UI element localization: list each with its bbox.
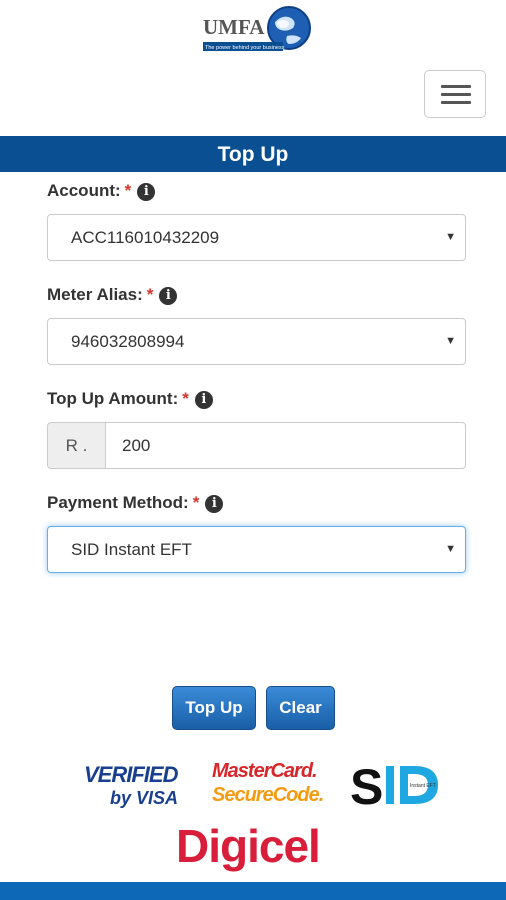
currency-addon: R . (47, 422, 106, 469)
by-visa-text: by VISA (110, 788, 179, 808)
topup-amount-input[interactable]: 200 (105, 422, 466, 469)
required-mark: * (192, 493, 200, 512)
required-mark: * (182, 389, 189, 408)
page-title: Top Up (0, 136, 506, 172)
topup-button[interactable]: Top Up (172, 686, 256, 730)
sid-small-text: Instant EFT (410, 783, 436, 789)
info-icon[interactable]: i (159, 287, 178, 305)
payment-method-label: Payment Method: * i (47, 493, 224, 513)
umfa-logo[interactable]: UMFA The power behind your business (201, 4, 313, 56)
account-label: Account: * i (47, 181, 156, 201)
mastercard-text: MasterCard. (212, 760, 318, 782)
footer-bar (0, 882, 506, 900)
clear-button[interactable]: Clear (266, 686, 335, 730)
required-mark: * (146, 285, 154, 304)
account-select[interactable]: ACC116010432209 ▼ (47, 214, 466, 261)
securecode-text: SecureCode. (212, 784, 324, 806)
verified-by-visa-logo: VERIFIED by VISA (84, 756, 188, 812)
info-icon[interactable]: i (137, 183, 156, 201)
dropdown-arrow-icon: ▼ (445, 335, 456, 347)
payment-method-value: SID Instant EFT (71, 540, 192, 559)
dropdown-arrow-icon: ▼ (445, 543, 456, 555)
topup-amount-group: R . 200 (47, 422, 466, 469)
logo-text: UMFA (203, 15, 265, 39)
account-value: ACC116010432209 (71, 228, 220, 247)
required-mark: * (124, 181, 132, 200)
hamburger-menu-icon (441, 85, 471, 88)
header: UMFA The power behind your business (0, 0, 506, 136)
meter-alias-value: 946032808994 (71, 332, 185, 351)
meter-alias-label: Meter Alias: * i (47, 285, 178, 305)
sid-text: S (350, 759, 383, 812)
hamburger-menu-button[interactable] (424, 70, 486, 118)
info-icon[interactable]: i (205, 495, 224, 513)
digicel-logo: Digicel (176, 820, 321, 872)
payment-method-select[interactable]: SID Instant EFT ▼ (47, 526, 466, 573)
sid-instant-eft-logo: S Instant EFT (350, 758, 442, 815)
mastercard-securecode-logo: MasterCard. SecureCode. (212, 760, 330, 810)
topup-amount-label: Top Up Amount: * i (47, 389, 213, 409)
verified-text: VERIFIED (84, 762, 178, 787)
dropdown-arrow-icon: ▼ (445, 231, 456, 243)
meter-alias-select[interactable]: 946032808994 ▼ (47, 318, 466, 365)
logo-tagline: The power behind your business (205, 45, 285, 51)
info-icon[interactable]: i (194, 391, 213, 409)
